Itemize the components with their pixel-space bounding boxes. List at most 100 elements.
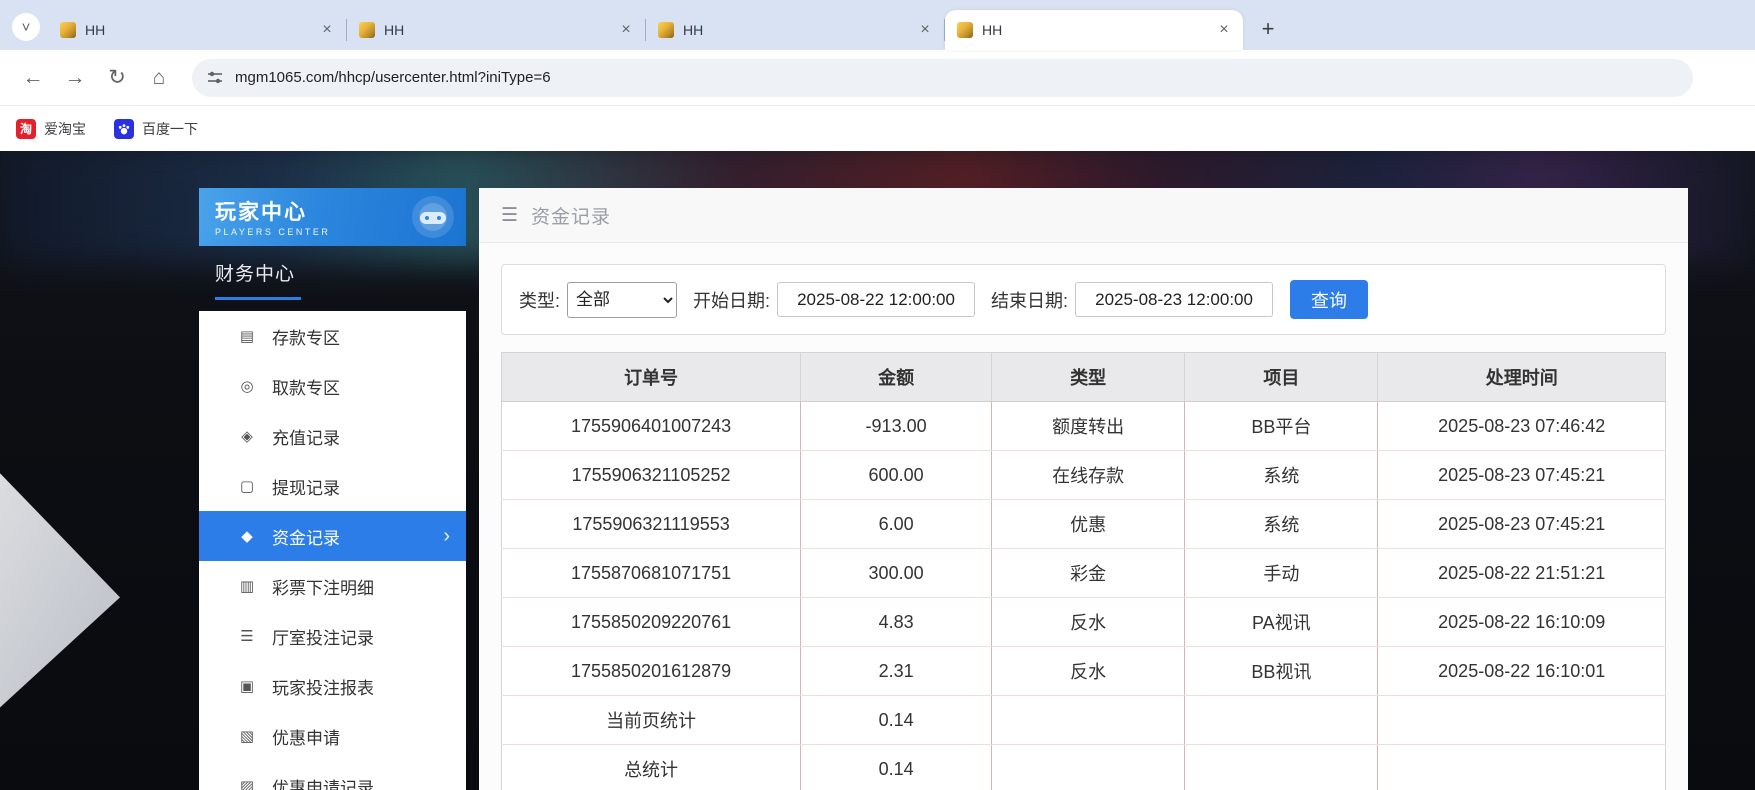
table-header-row: 订单号 金额 类型 项目 处理时间 [502,353,1666,402]
tab-1[interactable]: HH × [48,10,346,50]
site-favicon [658,22,674,38]
cell-order-no: 1755906401007243 [502,402,801,451]
search-button[interactable]: 查询 [1290,280,1368,319]
forward-button[interactable]: → [56,59,94,97]
hamburger-menu-icon[interactable]: ☰ [501,204,518,227]
sidebar-item-label: 提现记录 [272,474,340,499]
sidebar-item-funds-records[interactable]: ◆ 资金记录 › [199,511,466,561]
column-header-amount: 金额 [801,353,992,402]
cell-type: 反水 [992,647,1185,696]
cell-item: BB平台 [1185,402,1378,451]
bookmark-baidu[interactable]: 百度一下 [114,119,198,139]
sidebar-item-label: 优惠申请 [272,724,340,749]
end-date-input[interactable] [1075,282,1273,317]
site-favicon [957,22,973,38]
sidebar-item-label: 优惠申请记录 [272,774,374,790]
cell-empty [992,696,1185,745]
tab-title: HH [384,22,608,38]
sidebar-menu: ▤ 存款专区 ◎ 取款专区 ◈ 充值记录 ▢ 提现记录 ◆ 资金记录 › ▥ [199,311,466,790]
ticket-icon: ▨ [237,777,257,790]
sidebar-item-label: 取款专区 [272,374,340,399]
cell-empty [1185,696,1378,745]
tab-2[interactable]: HH × [347,10,645,50]
sidebar-item-hall-bet-records[interactable]: ☰ 厅室投注记录 [199,611,466,661]
section-underline [215,297,301,300]
sidebar-item-label: 彩票下注明细 [272,574,374,599]
cell-amount: 4.83 [801,598,992,647]
url-bar[interactable]: mgm1065.com/hhcp/usercenter.html?iniType… [192,59,1693,97]
cell-type: 在线存款 [992,451,1185,500]
cell-empty [992,745,1185,790]
finance-center-label: 财务中心 [215,259,466,286]
sidebar-item-promo-apply[interactable]: ▧ 优惠申请 [199,711,466,761]
site-favicon [60,22,76,38]
background-triangle-shape [0,467,120,713]
sidebar-item-promo-apply-records[interactable]: ▨ 优惠申请记录 [199,761,466,790]
tab-search-button[interactable]: ˅ [12,13,40,41]
page-background: 玩家中心 PLAYERS CENTER 财务中心 ▤ 存款专区 ◎ [0,151,1755,790]
bookmark-label: 爱淘宝 [44,119,86,139]
sidebar-item-lottery-bet-detail[interactable]: ▥ 彩票下注明细 [199,561,466,611]
cell-order-no: 1755906321105252 [502,451,801,500]
sidebar-item-label: 厅室投注记录 [272,624,374,649]
tab-4-active[interactable]: HH × [945,10,1243,50]
bookmark-taobao[interactable]: 淘 爱淘宝 [16,119,86,139]
cell-amount: 2.31 [801,647,992,696]
cell-amount: 6.00 [801,500,992,549]
table-row: 1755850201612879 2.31 反水 BB视讯 2025-08-22… [502,647,1666,696]
cell-type: 优惠 [992,500,1185,549]
content-header: ☰ 资金记录 [479,188,1688,243]
site-favicon [359,22,375,38]
tab-title: HH [85,22,309,38]
cell-type: 额度转出 [992,402,1185,451]
type-select[interactable]: 全部 [567,282,677,318]
new-tab-button[interactable]: + [1253,14,1283,44]
cell-grand-total-label: 总统计 [502,745,801,790]
tab-3[interactable]: HH × [646,10,944,50]
cell-item: 系统 [1185,500,1378,549]
close-icon[interactable]: × [617,21,635,39]
cell-page-total-amount: 0.14 [801,696,992,745]
close-icon[interactable]: × [916,21,934,39]
close-icon[interactable]: × [318,21,336,39]
cell-time: 2025-08-23 07:45:21 [1378,500,1666,549]
sidebar-item-deposit-zone[interactable]: ▤ 存款专区 [199,311,466,361]
cell-item: 系统 [1185,451,1378,500]
start-date-input[interactable] [777,282,975,317]
coins-icon: ◎ [237,377,257,395]
taobao-icon: 淘 [16,119,36,139]
money-bag-icon: ◆ [237,527,257,545]
cell-order-no: 1755906321119553 [502,500,801,549]
cell-empty [1378,745,1666,790]
cell-type: 反水 [992,598,1185,647]
site-settings-icon[interactable] [206,69,224,87]
back-button[interactable]: ← [14,59,52,97]
chevron-down-icon: ˅ [22,19,31,36]
sidebar-item-label: 充值记录 [272,424,340,449]
document-icon: ▥ [237,577,257,595]
tag-icon: ▢ [237,477,257,495]
card-icon: ▤ [237,327,257,345]
cell-time: 2025-08-22 16:10:09 [1378,598,1666,647]
cell-amount: 300.00 [801,549,992,598]
cell-grand-total-amount: 0.14 [801,745,992,790]
home-button[interactable]: ⌂ [140,59,178,97]
column-header-process-time: 处理时间 [1378,353,1666,402]
close-icon[interactable]: × [1215,21,1233,39]
cell-amount: 600.00 [801,451,992,500]
tab-title: HH [683,22,907,38]
sidebar-item-label: 存款专区 [272,324,340,349]
cell-time: 2025-08-22 21:51:21 [1378,549,1666,598]
column-header-type: 类型 [992,353,1185,402]
reload-button[interactable]: ↻ [98,59,136,97]
sidebar-item-withdraw-zone[interactable]: ◎ 取款专区 [199,361,466,411]
sidebar-item-withdrawal-records[interactable]: ▢ 提现记录 [199,461,466,511]
gift-icon: ▧ [237,727,257,745]
table-row-grand-total: 总统计 0.14 [502,745,1666,790]
cell-time: 2025-08-23 07:46:42 [1378,402,1666,451]
table-row: 1755870681071751 300.00 彩金 手动 2025-08-22… [502,549,1666,598]
sidebar-item-player-bet-report[interactable]: ▣ 玩家投注报表 [199,661,466,711]
sidebar-item-recharge-records[interactable]: ◈ 充值记录 [199,411,466,461]
baidu-paw-icon [114,119,134,139]
bookmark-label: 百度一下 [142,119,198,139]
